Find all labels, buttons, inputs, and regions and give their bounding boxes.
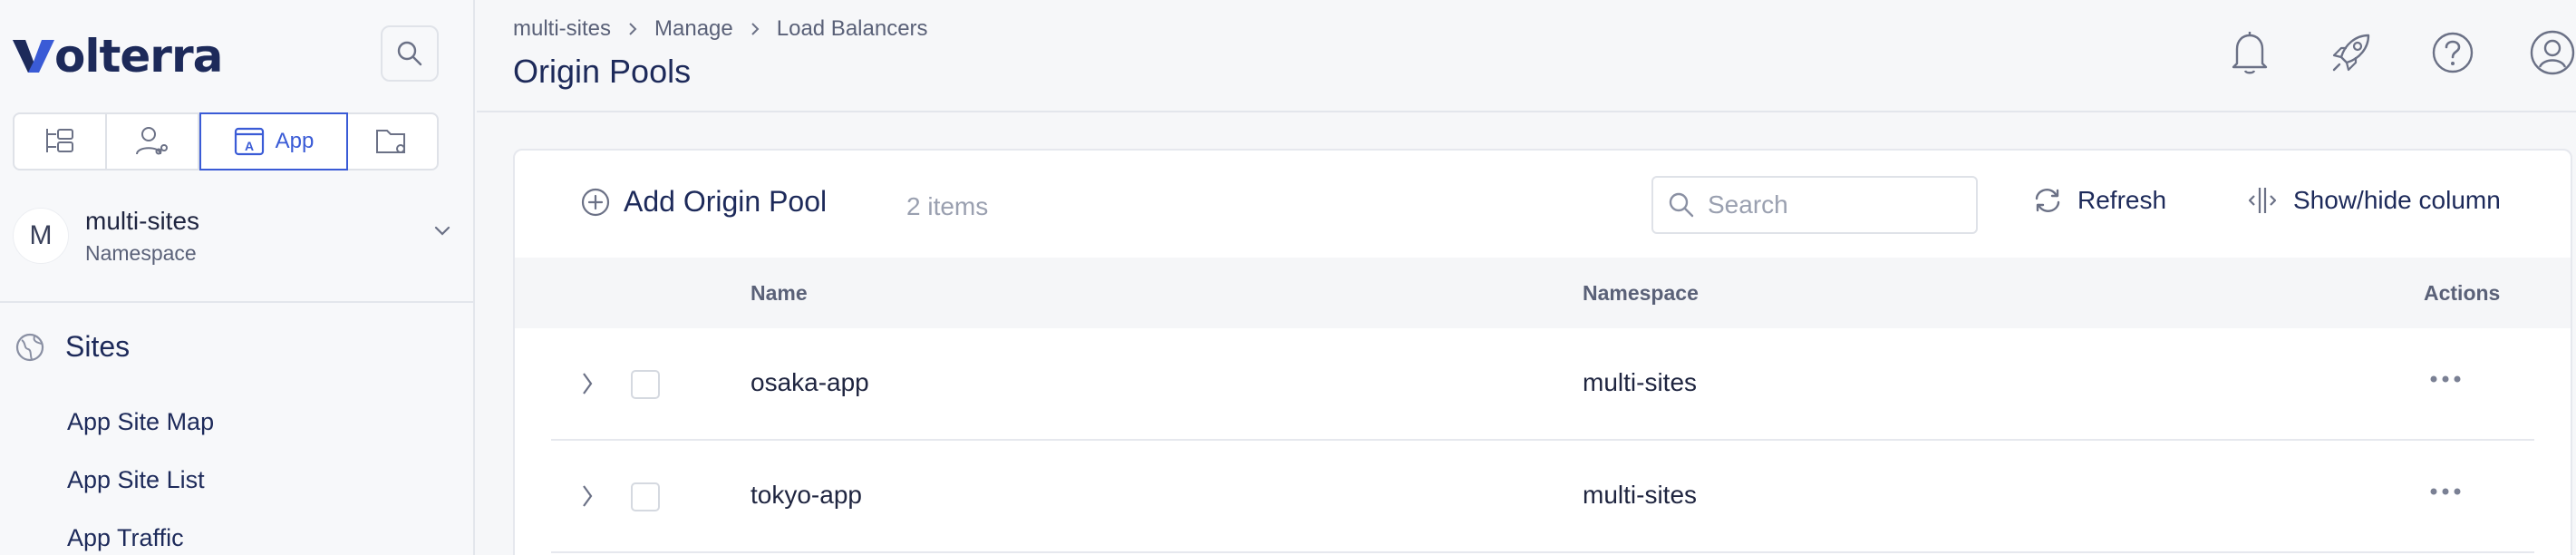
volterra-v-icon	[13, 40, 54, 73]
breadcrumb: multi-sites Manage Load Balancers	[513, 16, 928, 42]
sidebar-section-label: Sites	[65, 330, 131, 363]
app-icon: A	[234, 127, 264, 156]
breadcrumb-item-load-balancers[interactable]: Load Balancers	[777, 16, 928, 42]
namespace-selector[interactable]: M multi-sites Namespace	[13, 200, 453, 272]
show-hide-column-button[interactable]: Show/hide column	[2246, 185, 2501, 216]
help-button[interactable]	[2427, 27, 2478, 78]
item-count: 2 items	[906, 192, 989, 220]
namespace-caption: Namespace	[85, 240, 197, 265]
add-origin-pool-button[interactable]: Add Origin Pool	[580, 185, 827, 219]
chevron-right-icon[interactable]	[578, 370, 596, 397]
column-header-namespace[interactable]: Namespace	[1583, 281, 1699, 306]
origin-pools-card: Add Origin Pool 2 items Refresh	[513, 149, 2572, 555]
refresh-icon	[2035, 189, 2060, 212]
sidebar-divider	[0, 301, 475, 303]
table-toolbar: Add Origin Pool 2 items Refresh	[515, 151, 2571, 258]
mode-tab-tree[interactable]	[15, 114, 107, 169]
chevron-down-icon	[434, 226, 450, 236]
bell-icon	[2232, 32, 2268, 74]
mode-tab-settings[interactable]	[348, 114, 437, 169]
show-hide-column-label: Show/hide column	[2293, 186, 2501, 214]
plus-circle-icon	[581, 188, 610, 216]
page-header: multi-sites Manage Load Balancers Origin…	[477, 0, 2576, 112]
page-title: Origin Pools	[513, 53, 692, 90]
sidebar-item-app-traffic[interactable]: App Traffic	[67, 524, 184, 552]
table-search-input[interactable]	[1708, 190, 1961, 219]
search-icon	[1669, 192, 1694, 218]
row-checkbox[interactable]	[631, 482, 660, 511]
chevron-right-icon	[750, 21, 760, 37]
namespace-avatar: M	[13, 208, 69, 264]
help-icon	[2432, 32, 2474, 73]
columns-icon	[2248, 188, 2277, 213]
column-header-actions: Actions	[2424, 281, 2501, 305]
more-actions-icon[interactable]	[2429, 374, 2462, 385]
search-icon	[397, 41, 422, 66]
chevron-right-icon[interactable]	[578, 482, 596, 510]
sidebar: olterra A App M multi-sites Namespace Si…	[0, 0, 475, 555]
mode-tab-users[interactable]	[107, 114, 199, 169]
refresh-label: Refresh	[2077, 186, 2167, 214]
sidebar-item-app-site-list[interactable]: App Site List	[67, 466, 205, 494]
row-name[interactable]: tokyo-app	[751, 481, 862, 510]
breadcrumb-item-manage[interactable]: Manage	[654, 16, 733, 42]
table-search[interactable]	[1651, 176, 1978, 234]
notifications-button[interactable]	[2224, 27, 2275, 78]
column-header-name[interactable]: Name	[751, 281, 808, 306]
row-namespace: multi-sites	[1583, 481, 1698, 509]
folder-gear-icon	[376, 130, 405, 153]
row-namespace: multi-sites	[1583, 368, 1698, 396]
breadcrumb-item-namespace[interactable]: multi-sites	[513, 16, 611, 42]
user-circle-icon	[2530, 30, 2575, 75]
sidebar-item-app-site-map[interactable]: App Site Map	[67, 408, 214, 436]
sidebar-section-sites[interactable]: Sites	[15, 330, 130, 364]
rocket-icon	[2332, 34, 2370, 72]
logo-text: olterra	[54, 30, 223, 83]
chevron-right-icon	[627, 21, 638, 37]
account-button[interactable]	[2527, 27, 2576, 78]
table-row[interactable]: osaka-app multi-sites	[551, 328, 2534, 441]
tree-icon	[46, 129, 73, 152]
more-actions-icon[interactable]	[2429, 486, 2462, 497]
row-checkbox[interactable]	[631, 370, 660, 399]
svg-text:A: A	[245, 139, 254, 153]
namespace-name: multi-sites	[85, 206, 200, 235]
refresh-button[interactable]: Refresh	[2032, 185, 2166, 216]
volterra-logo[interactable]: olterra	[13, 30, 223, 83]
row-name[interactable]: osaka-app	[751, 368, 869, 397]
mode-tab-app[interactable]: A App	[199, 112, 348, 170]
mode-tab-app-label: App	[275, 129, 315, 153]
globe-icon	[15, 333, 44, 361]
table-row[interactable]: tokyo-app multi-sites	[551, 441, 2534, 553]
whats-new-button[interactable]	[2326, 27, 2377, 78]
table-header: Name Namespace Actions	[515, 258, 2571, 328]
add-origin-pool-label: Add Origin Pool	[624, 185, 828, 218]
mode-tabs: A App	[13, 112, 439, 170]
sidebar-search-button[interactable]	[381, 25, 439, 82]
user-share-icon	[136, 127, 168, 155]
